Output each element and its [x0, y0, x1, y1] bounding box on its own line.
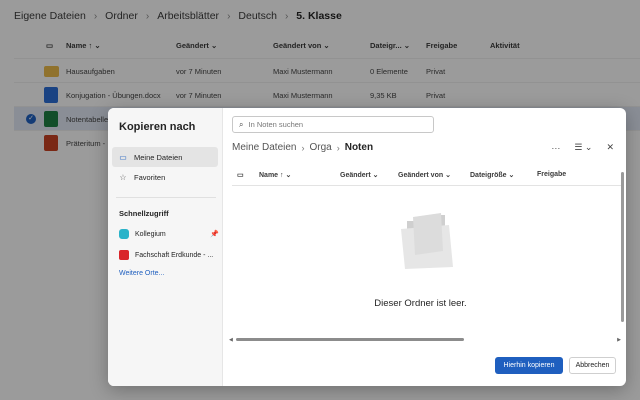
column-name[interactable]: Name ↑ ⌄	[259, 171, 291, 179]
pin-icon[interactable]: 📌	[210, 230, 219, 238]
view-options-icon[interactable]: ☰ ⌄	[574, 142, 592, 153]
site-icon	[119, 250, 129, 260]
more-options-icon[interactable]: ···	[551, 143, 560, 153]
chevron-right-icon: ›	[301, 142, 305, 153]
quick-access-heading: Schnellzugriff	[119, 209, 169, 218]
search-input[interactable]: ⌕ In Noten suchen	[232, 116, 434, 133]
breadcrumb-item[interactable]: Meine Dateien	[232, 142, 296, 153]
column-size[interactable]: Dateigröße ⌄	[470, 171, 514, 179]
scroll-left-icon: ◀	[229, 337, 233, 343]
file-type-icon: ▭	[237, 172, 244, 179]
quick-item-fachschaft[interactable]: Fachschaft Erdkunde - ...	[119, 247, 219, 263]
scroll-right-icon: ▶	[617, 337, 621, 343]
dialog-breadcrumb: Meine Dateien › Orga › Noten	[232, 142, 373, 153]
dialog-sidebar: Kopieren nach ▭ Meine Dateien ☆ Favorite…	[108, 108, 223, 386]
copy-dialog: Kopieren nach ▭ Meine Dateien ☆ Favorite…	[108, 108, 626, 386]
close-icon[interactable]: ✕	[606, 142, 614, 153]
more-places-link[interactable]: Weitere Orte...	[119, 270, 164, 277]
divider	[116, 197, 216, 198]
horizontal-scrollbar[interactable]: ◀ ▶	[229, 337, 621, 343]
dialog-toolbar: ··· ☰ ⌄ ✕	[537, 142, 614, 153]
empty-state-message: Dieser Ordner ist leer.	[374, 298, 467, 309]
column-modified[interactable]: Geändert ⌄	[340, 171, 379, 179]
breadcrumb-current: Noten	[344, 142, 374, 153]
search-icon: ⌕	[239, 119, 244, 129]
quick-item-kollegium[interactable]: Kollegium 📌	[119, 226, 219, 242]
chevron-right-icon: ›	[336, 142, 340, 153]
breadcrumb-item[interactable]: Orga	[309, 142, 331, 153]
column-modified-by[interactable]: Geändert von ⌄	[398, 171, 451, 179]
team-icon	[119, 229, 129, 239]
dialog-title: Kopieren nach	[119, 121, 196, 133]
star-icon: ☆	[119, 172, 127, 182]
empty-folder-icon	[401, 213, 453, 269]
vertical-scrollbar[interactable]	[620, 172, 626, 332]
nav-favorites[interactable]: ☆ Favoriten	[112, 167, 218, 187]
folder-icon: ▭	[119, 152, 127, 162]
cancel-button[interactable]: Abbrechen	[569, 357, 616, 374]
dialog-list-header: ▭ Name ↑ ⌄ Geändert ⌄ Geändert von ⌄ Dat…	[232, 164, 622, 186]
nav-my-files[interactable]: ▭ Meine Dateien	[112, 147, 218, 167]
column-sharing[interactable]: Freigabe	[537, 171, 566, 178]
copy-here-button[interactable]: Hierhin kopieren	[495, 357, 563, 374]
dialog-main: ⌕ In Noten suchen Meine Dateien › Orga ›…	[223, 108, 626, 386]
